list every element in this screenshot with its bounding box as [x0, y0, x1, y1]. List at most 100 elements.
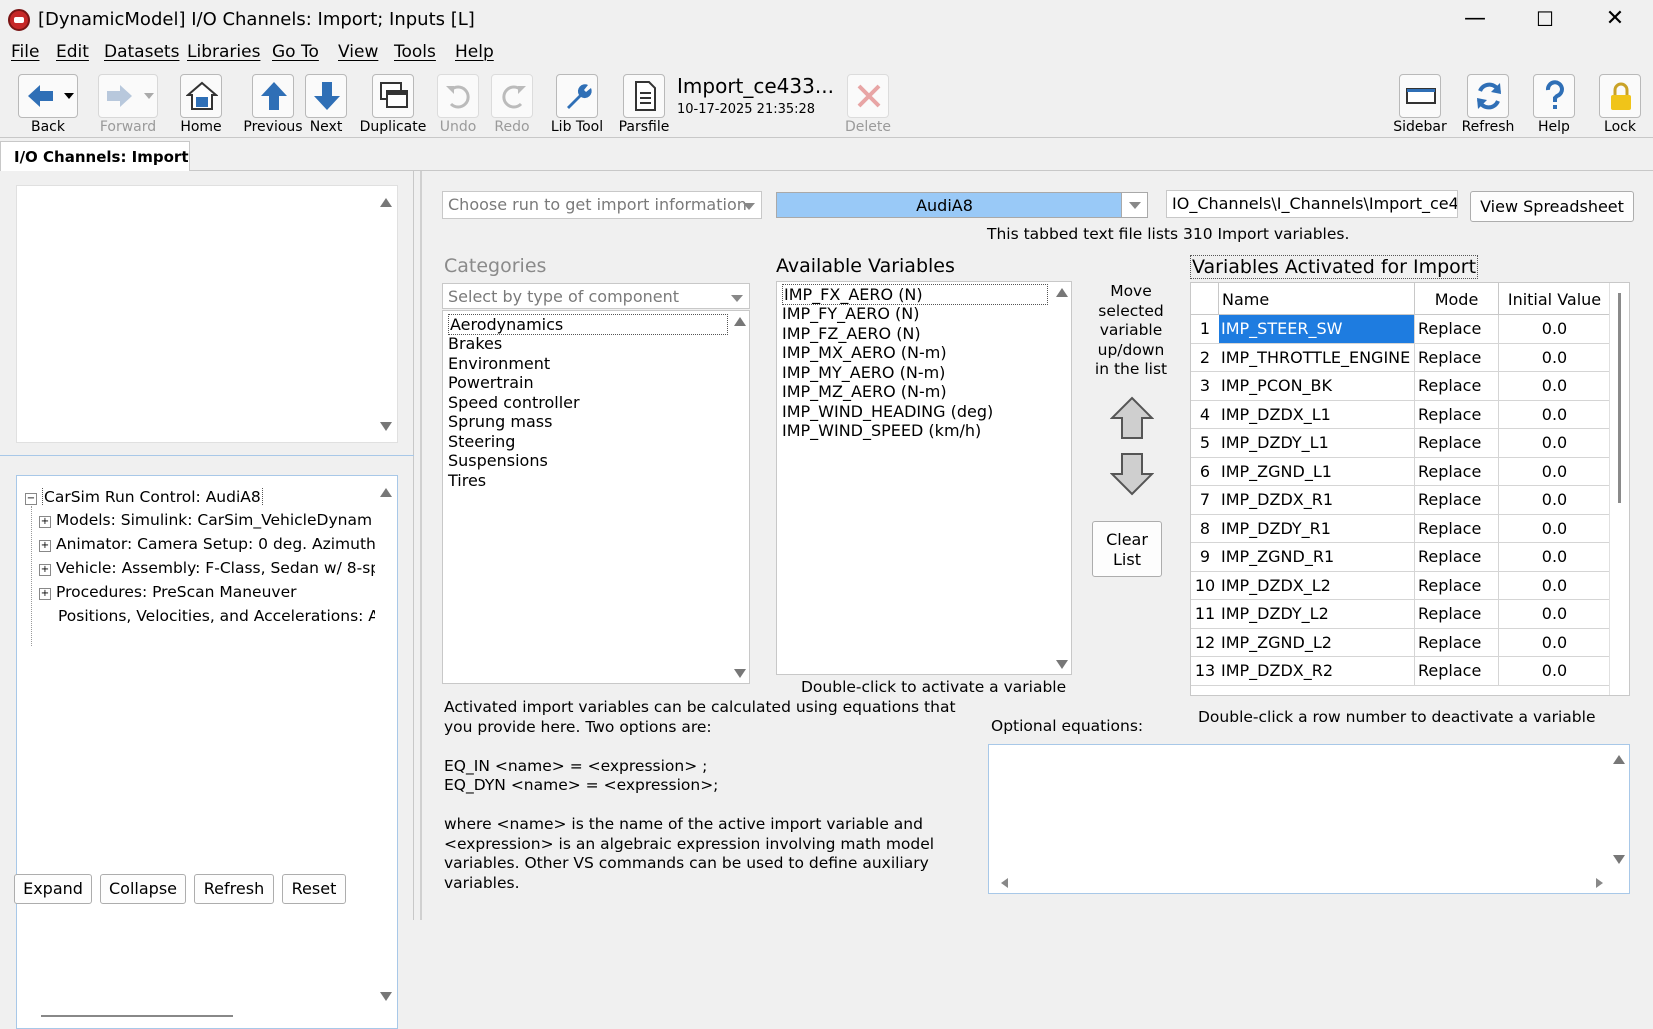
menu-datasets[interactable]: Datasets [104, 42, 179, 62]
table-row[interactable]: 7 IMP_DZDX_R1 Replace 0.0 [1191, 486, 1611, 515]
initial-value-cell[interactable]: 0.0 [1499, 514, 1611, 543]
category-item[interactable]: Steering [448, 432, 515, 451]
table-row[interactable]: 8 IMP_DZDY_R1 Replace 0.0 [1191, 514, 1611, 543]
clear-list-button[interactable]: Clear List [1092, 521, 1162, 577]
category-item[interactable]: Aerodynamics [448, 314, 728, 335]
mode-cell[interactable]: Replace [1415, 343, 1499, 372]
variable-name-cell[interactable]: IMP_DZDX_R2 [1219, 657, 1415, 686]
initial-value-cell[interactable]: 0.0 [1499, 315, 1611, 344]
move-down-button[interactable] [1109, 452, 1155, 496]
tree-root[interactable]: − CarSim Run Control: AudiA8 [25, 488, 375, 506]
scroll-left-icon[interactable] [1001, 878, 1008, 888]
category-item[interactable]: Powertrain [448, 373, 534, 392]
sidebar-button[interactable]: Sidebar [1390, 70, 1450, 138]
scroll-down-icon[interactable] [1613, 855, 1625, 864]
scroll-down-icon[interactable] [380, 992, 392, 1001]
category-item[interactable]: Sprung mass [448, 412, 552, 431]
run-select[interactable]: Choose run to get import information [442, 191, 762, 219]
initial-value-cell[interactable]: 0.0 [1499, 372, 1611, 401]
table-row[interactable]: 3 IMP_PCON_BK Replace 0.0 [1191, 372, 1611, 401]
preview-scrollbar[interactable] [375, 186, 397, 442]
mode-cell[interactable]: Replace [1415, 571, 1499, 600]
tab-io-channels-import[interactable]: I/O Channels: Import [0, 141, 190, 171]
variable-name-cell[interactable]: IMP_DZDY_R1 [1219, 514, 1415, 543]
categories-scrollbar[interactable] [731, 311, 749, 683]
scroll-up-icon[interactable] [1056, 288, 1068, 297]
table-row[interactable]: 6 IMP_ZGND_L1 Replace 0.0 [1191, 457, 1611, 486]
table-row[interactable]: 11 IMP_DZDY_L2 Replace 0.0 [1191, 600, 1611, 629]
model-select[interactable]: AudiA8 [776, 192, 1148, 218]
expand-icon[interactable]: + [39, 516, 51, 528]
mode-cell[interactable]: Replace [1415, 514, 1499, 543]
initial-value-cell[interactable]: 0.0 [1499, 657, 1611, 686]
table-row[interactable]: 5 IMP_DZDY_L1 Replace 0.0 [1191, 429, 1611, 458]
next-button[interactable]: Next [303, 70, 349, 138]
expand-icon[interactable]: + [39, 564, 51, 576]
variable-name-cell[interactable]: IMP_DZDY_L1 [1219, 429, 1415, 458]
tree-refresh-button[interactable]: Refresh [194, 874, 274, 904]
menu-libraries[interactable]: Libraries [187, 42, 260, 62]
variable-name-cell[interactable]: IMP_ZGND_L2 [1219, 628, 1415, 657]
move-up-button[interactable] [1109, 396, 1155, 440]
menu-view[interactable]: View [338, 42, 378, 62]
initial-value-cell[interactable]: 0.0 [1499, 486, 1611, 515]
initial-value-cell[interactable]: 0.0 [1499, 457, 1611, 486]
category-item[interactable]: Brakes [448, 334, 502, 353]
splitter[interactable] [420, 171, 422, 920]
mode-cell[interactable]: Replace [1415, 543, 1499, 572]
category-item[interactable]: Tires [448, 471, 486, 490]
maximize-button[interactable]: ☐ [1510, 0, 1580, 38]
path-field[interactable]: IO_Channels\I_Channels\Import_ce43 [1166, 190, 1458, 218]
variable-name-cell[interactable]: IMP_ZGND_R1 [1219, 543, 1415, 572]
lib-tool-button[interactable]: Lib Tool [547, 70, 607, 138]
variable-item[interactable]: IMP_FY_AERO (N) [782, 304, 919, 323]
mode-cell[interactable]: Replace [1415, 628, 1499, 657]
table-scroll-thumb[interactable] [1618, 293, 1621, 503]
variables-scrollbar[interactable] [1053, 282, 1071, 674]
mode-cell[interactable]: Replace [1415, 315, 1499, 344]
close-button[interactable]: ✕ [1580, 0, 1650, 38]
initial-value-cell[interactable]: 0.0 [1499, 400, 1611, 429]
scroll-up-icon[interactable] [380, 198, 392, 207]
variable-item[interactable]: IMP_WIND_SPEED (km/h) [782, 421, 981, 440]
row-number[interactable]: 12 [1191, 629, 1219, 657]
mode-cell[interactable]: Replace [1415, 486, 1499, 515]
variable-name-cell[interactable]: IMP_ZGND_L1 [1219, 457, 1415, 486]
initial-value-cell[interactable]: 0.0 [1499, 343, 1611, 372]
tree-scrollbar[interactable] [375, 476, 397, 1028]
initial-value-cell[interactable]: 0.0 [1499, 429, 1611, 458]
delete-button[interactable]: Delete [840, 70, 896, 138]
parsfile-button[interactable]: Parsfile [614, 70, 674, 138]
row-number[interactable]: 13 [1191, 657, 1219, 686]
variable-name-cell[interactable]: IMP_STEER_SW [1219, 315, 1415, 344]
category-item[interactable]: Suspensions [448, 451, 548, 470]
row-number[interactable]: 7 [1191, 486, 1219, 515]
equations-h-scrollbar[interactable] [989, 873, 1609, 893]
variable-name-cell[interactable]: IMP_DZDX_L2 [1219, 571, 1415, 600]
menu-tools[interactable]: Tools [394, 42, 436, 62]
tree-item-vehicle[interactable]: + Vehicle: Assembly: F-Class, Sedan w/ 8-… [39, 559, 389, 577]
name-column-header[interactable]: Name [1219, 283, 1415, 315]
table-row[interactable]: 9 IMP_ZGND_R1 Replace 0.0 [1191, 543, 1611, 572]
row-number[interactable]: 10 [1191, 572, 1219, 600]
menu-file[interactable]: File [11, 42, 39, 62]
scroll-up-icon[interactable] [380, 488, 392, 497]
row-number[interactable]: 2 [1191, 344, 1219, 372]
variable-item[interactable]: IMP_FZ_AERO (N) [782, 324, 921, 343]
initial-value-cell[interactable]: 0.0 [1499, 600, 1611, 629]
previous-button[interactable]: Previous [238, 70, 308, 138]
menu-edit[interactable]: Edit [56, 42, 89, 62]
model-dropdown-button[interactable] [1121, 193, 1147, 217]
home-button[interactable]: Home [170, 70, 232, 138]
variable-name-cell[interactable]: IMP_DZDX_R1 [1219, 486, 1415, 515]
initial-value-cell[interactable]: 0.0 [1499, 571, 1611, 600]
row-number[interactable]: 6 [1191, 458, 1219, 486]
forward-button[interactable]: Forward [90, 70, 166, 138]
mode-cell[interactable]: Replace [1415, 429, 1499, 458]
view-spreadsheet-button[interactable]: View Spreadsheet [1470, 191, 1634, 222]
equations-v-scrollbar[interactable] [1609, 745, 1629, 873]
table-row[interactable]: 2 IMP_THROTTLE_ENGINE Replace 0.0 [1191, 343, 1611, 372]
minimize-button[interactable]: — [1440, 0, 1510, 38]
undo-button[interactable]: Undo [433, 70, 483, 138]
reset-button[interactable]: Reset [282, 874, 346, 904]
